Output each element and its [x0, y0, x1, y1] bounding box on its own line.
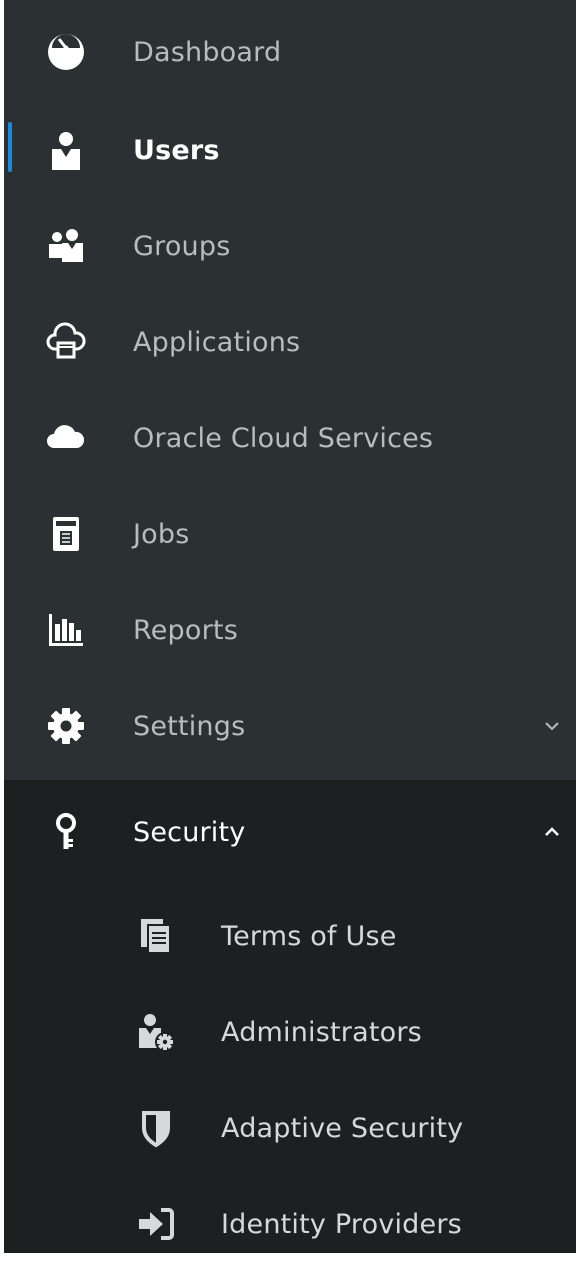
nav-item-label: Settings [133, 710, 246, 742]
chevron-down-icon[interactable] [542, 716, 562, 736]
documents-icon [134, 914, 178, 958]
nav-item-label: Dashboard [133, 36, 282, 68]
security-section: Security Terms of Use Administrators Ada… [4, 780, 576, 1253]
nav-item-label: Reports [133, 614, 238, 646]
dashboard-icon [44, 30, 88, 74]
subnav-item-label: Administrators [221, 1016, 422, 1048]
subnav-item-administrators[interactable]: Administrators [4, 984, 576, 1080]
gear-icon [44, 704, 88, 748]
nav-item-reports[interactable]: Reports [4, 582, 576, 678]
groups-icon [44, 224, 88, 268]
nav-item-jobs[interactable]: Jobs [4, 486, 576, 582]
subnav-item-identity-providers[interactable]: Identity Providers [4, 1176, 576, 1272]
nav-item-label: Groups [133, 230, 231, 262]
nav-item-oracle-cloud-services[interactable]: Oracle Cloud Services [4, 390, 576, 486]
nav-item-dashboard[interactable]: Dashboard [4, 4, 576, 100]
subnav-item-label: Adaptive Security [221, 1112, 464, 1144]
subnav-item-terms-of-use[interactable]: Terms of Use [4, 888, 576, 984]
cloud-app-icon [44, 320, 88, 364]
subnav-item-adaptive-security[interactable]: Adaptive Security [4, 1080, 576, 1176]
sign-in-icon [134, 1202, 178, 1246]
nav-item-label: Oracle Cloud Services [133, 422, 434, 454]
cloud-icon [44, 416, 88, 460]
subnav-item-label: Identity Providers [221, 1208, 462, 1240]
jobs-icon [44, 512, 88, 556]
admin-user-icon [134, 1010, 178, 1054]
key-icon [44, 810, 88, 854]
nav-item-applications[interactable]: Applications [4, 294, 576, 390]
nav-item-label: Applications [133, 326, 301, 358]
nav-item-users[interactable]: Users [4, 102, 576, 198]
nav-item-settings[interactable]: Settings [4, 678, 576, 774]
nav-item-label: Security [133, 816, 246, 848]
subnav-item-label: Terms of Use [221, 920, 397, 952]
nav-item-security[interactable]: Security [4, 784, 576, 880]
user-icon [44, 128, 88, 172]
bar-chart-icon [44, 608, 88, 652]
nav-item-label: Jobs [133, 518, 190, 550]
nav-item-label: Users [133, 134, 220, 166]
chevron-up-icon[interactable] [542, 822, 562, 842]
shield-icon [134, 1106, 178, 1150]
nav-item-groups[interactable]: Groups [4, 198, 576, 294]
